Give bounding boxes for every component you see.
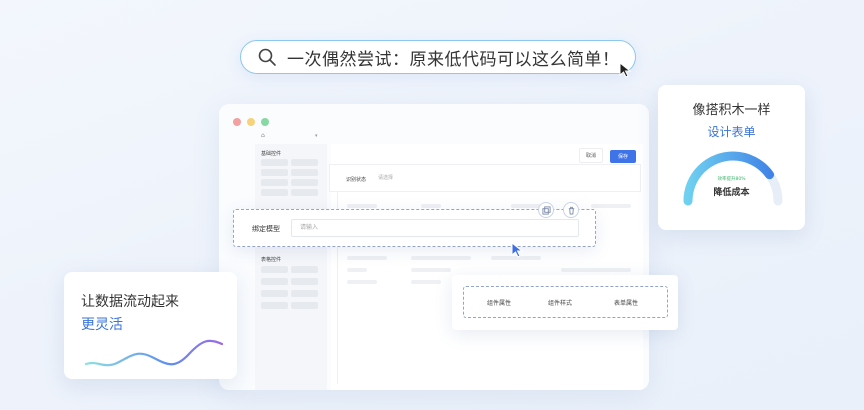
feature-card-design: 像搭积木一样 设计表单 效率提升80% 降低成本 xyxy=(658,85,805,230)
placeholder-line xyxy=(347,280,377,284)
component-item[interactable] xyxy=(261,302,288,309)
card-title: 像搭积木一样 xyxy=(692,103,771,118)
component-item[interactable] xyxy=(291,179,318,186)
card-title: 让数据流动起来 xyxy=(81,294,179,310)
component-item[interactable] xyxy=(261,189,288,196)
gauge-label: 降低成本 xyxy=(713,188,750,198)
wave-decoration xyxy=(84,339,224,367)
trash-icon[interactable] xyxy=(563,202,579,218)
search-icon xyxy=(258,48,276,66)
component-item[interactable] xyxy=(261,266,288,273)
component-item[interactable] xyxy=(261,278,288,285)
close-dot[interactable] xyxy=(233,118,241,126)
designer-window: ⌂ ▾ 基础控件 表格控件 取消 保存 识别状态 请选择 xyxy=(219,104,649,390)
search-bar[interactable]: 一次偶然尝试：原来低代码可以这么简单！ xyxy=(240,40,636,74)
home-icon[interactable]: ⌂ xyxy=(261,132,265,139)
placeholder-line xyxy=(591,204,631,208)
component-item[interactable] xyxy=(261,169,288,176)
component-item[interactable] xyxy=(291,169,318,176)
cancel-button[interactable]: 取消 xyxy=(579,148,604,163)
component-item[interactable] xyxy=(291,266,318,273)
mouse-pointer-icon xyxy=(511,242,524,258)
feature-card-dataflow: 让数据流动起来 更灵活 xyxy=(64,272,237,379)
placeholder-line xyxy=(347,204,377,208)
bind-model-input[interactable]: 请输入 xyxy=(291,219,579,237)
component-item[interactable] xyxy=(291,159,318,166)
properties-card: 组件属性 组件样式 表单属性 xyxy=(452,275,678,330)
minimize-dot[interactable] xyxy=(247,118,255,126)
placeholder-line xyxy=(347,256,387,260)
tab-component-props[interactable]: 组件属性 xyxy=(487,298,511,307)
placeholder-line xyxy=(347,268,367,272)
placeholder-line xyxy=(421,204,441,208)
form-row-label: 识别状态 xyxy=(346,177,367,183)
mouse-pointer-icon xyxy=(619,62,632,78)
maximize-dot[interactable] xyxy=(261,118,269,126)
sidebar-group-title: 基础控件 xyxy=(261,151,282,157)
placeholder-line xyxy=(511,204,541,208)
component-item[interactable] xyxy=(291,189,318,196)
component-item[interactable] xyxy=(291,290,318,297)
placeholder-line xyxy=(411,280,441,284)
sidebar-group-title: 表格控件 xyxy=(261,257,282,263)
chevron-down-icon[interactable]: ▾ xyxy=(315,133,318,139)
bind-model-label: 绑定模型 xyxy=(252,225,280,233)
tab-component-style[interactable]: 组件样式 xyxy=(548,298,572,307)
placeholder-line xyxy=(411,268,451,272)
gauge-caption: 效率提升80% xyxy=(717,177,746,182)
component-item[interactable] xyxy=(261,179,288,186)
card-subtitle: 设计表单 xyxy=(707,125,756,139)
divider xyxy=(337,174,338,384)
component-item[interactable] xyxy=(261,159,288,166)
placeholder-line xyxy=(561,268,631,272)
save-button[interactable]: 保存 xyxy=(610,150,637,163)
placeholder-line xyxy=(411,256,471,260)
card-subtitle: 更灵活 xyxy=(81,317,123,333)
tab-form-props[interactable]: 表单属性 xyxy=(614,298,638,307)
window-controls xyxy=(233,118,269,126)
component-item[interactable] xyxy=(291,278,318,285)
form-row-card[interactable]: 识别状态 请选择 xyxy=(329,164,641,192)
form-row-select[interactable]: 请选择 xyxy=(374,173,634,184)
component-item[interactable] xyxy=(261,290,288,297)
search-query-text: 一次偶然尝试：原来低代码可以这么简单！ xyxy=(287,49,620,70)
component-sidebar: 基础控件 表格控件 xyxy=(255,144,327,390)
copy-icon[interactable] xyxy=(538,202,554,218)
properties-tabs: 组件属性 组件样式 表单属性 xyxy=(463,286,668,318)
component-item[interactable] xyxy=(291,302,318,309)
